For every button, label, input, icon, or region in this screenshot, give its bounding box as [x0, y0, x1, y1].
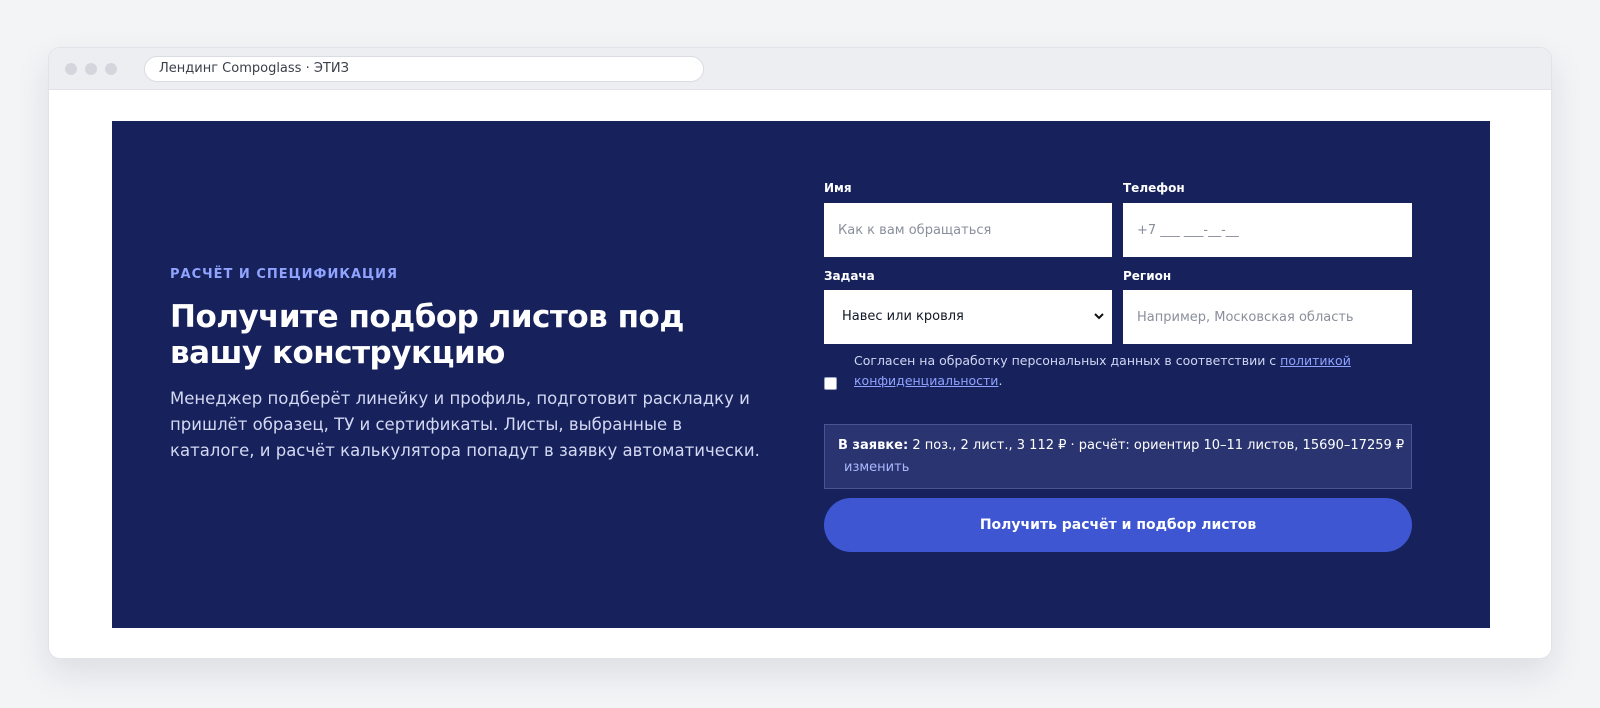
section-lead: Менеджер подберёт линейку и профиль, под… — [170, 389, 760, 460]
task-label: Задача — [824, 269, 875, 283]
consent-text: Согласен на обработку персональных данны… — [854, 351, 1374, 391]
section-title: Получите подбор листов под вашу конструк… — [170, 299, 684, 371]
window-close-dot[interactable] — [65, 63, 77, 75]
region-input[interactable] — [1123, 290, 1412, 344]
request-summary: В заявке: 2 поз., 2 лист., 3 112 ₽ · рас… — [824, 424, 1412, 489]
summary-line: В заявке: 2 поз., 2 лист., 3 112 ₽ · рас… — [838, 438, 1404, 453]
submit-button[interactable]: Получить расчёт и подбор листов — [824, 498, 1412, 552]
address-bar[interactable]: Лендинг Compoglass · ЭТИЗ — [144, 56, 704, 82]
browser-titlebar: Лендинг Compoglass · ЭТИЗ — [49, 48, 1551, 90]
page-viewport: РАСЧЁТ И СПЕЦИФИКАЦИЯ Получите подбор ли… — [49, 90, 1551, 658]
phone-label: Телефон — [1123, 181, 1185, 195]
browser-window: Лендинг Compoglass · ЭТИЗ РАСЧЁТ И СПЕЦИ… — [48, 47, 1552, 659]
change-summary-link[interactable]: изменить — [844, 460, 909, 475]
task-select[interactable]: Навес или кровля — [824, 290, 1112, 344]
consent-text-main: Согласен на обработку персональных данны… — [854, 353, 1281, 368]
consent-text-suffix: . — [998, 373, 1003, 388]
window-minimize-dot[interactable] — [85, 63, 97, 75]
name-label: Имя — [824, 181, 852, 195]
request-section: РАСЧЁТ И СПЕЦИФИКАЦИЯ Получите подбор ли… — [112, 121, 1490, 628]
window-maximize-dot[interactable] — [105, 63, 117, 75]
name-input[interactable] — [824, 203, 1112, 257]
region-label: Регион — [1123, 269, 1172, 283]
task-select-value: Навес или кровля — [842, 309, 964, 324]
section-eyebrow: РАСЧЁТ И СПЕЦИФИКАЦИЯ — [170, 267, 398, 282]
phone-input[interactable] — [1123, 203, 1412, 257]
summary-value: 2 поз., 2 лист., 3 112 ₽ · расчёт: ориен… — [908, 438, 1405, 453]
summary-label: В заявке: — [838, 438, 909, 453]
consent-checkbox[interactable] — [824, 377, 837, 390]
